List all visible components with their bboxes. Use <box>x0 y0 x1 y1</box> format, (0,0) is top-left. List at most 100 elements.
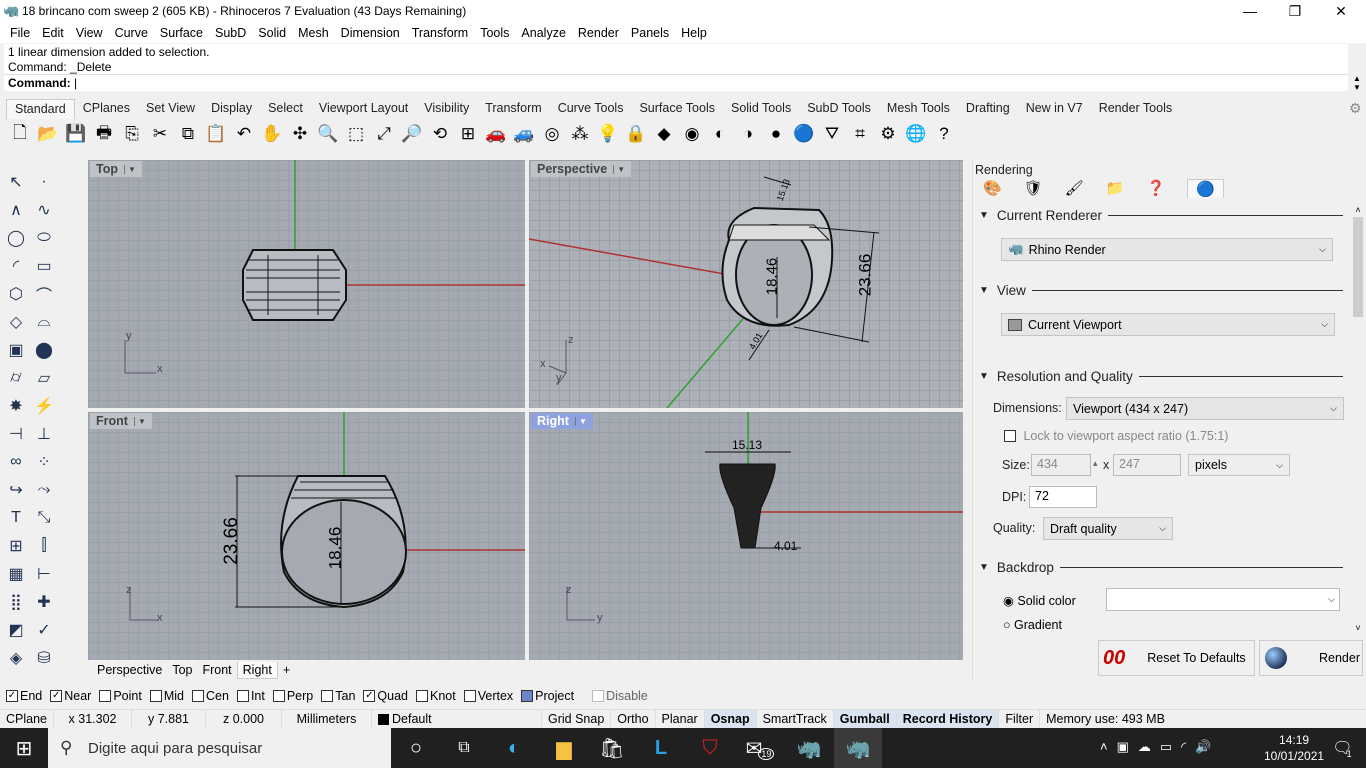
color-wheel-icon[interactable]: ◉ <box>678 120 706 148</box>
environment-tab-icon[interactable]: 🛡 <box>1024 179 1043 198</box>
tab-select[interactable]: Select <box>260 99 311 119</box>
array-icon[interactable]: ⊞ <box>2 532 30 560</box>
tab-surface-tools[interactable]: Surface Tools <box>631 99 723 119</box>
zoom-window-icon[interactable]: ⬚ <box>342 120 370 148</box>
paste-icon[interactable]: 📋 <box>202 120 230 148</box>
viewport-menu-arrow-icon[interactable]: ▼ <box>574 416 587 426</box>
gumball-icon[interactable]: ✚ <box>30 588 58 616</box>
textures-tab-icon[interactable]: 🖌 <box>1065 179 1084 198</box>
layer-indicator[interactable]: Default <box>372 709 542 729</box>
filter-toggle[interactable]: Filter <box>999 709 1041 729</box>
viewport-menu-arrow-icon[interactable]: ▼ <box>123 164 136 174</box>
width-spinner[interactable]: ▴ <box>1093 458 1098 469</box>
light-icon[interactable]: 💡 <box>594 120 622 148</box>
rectangle-icon[interactable]: ▭ <box>30 252 58 280</box>
width-input[interactable]: 434 <box>1031 454 1091 476</box>
explode-icon[interactable]: ⁘ <box>30 448 58 476</box>
lock-aspect-checkbox[interactable]: Lock to viewport aspect ratio (1.75:1) <box>1004 429 1228 443</box>
dimension-18-46[interactable]: 18.46 <box>325 527 345 570</box>
box-icon[interactable]: ▣ <box>2 336 30 364</box>
notifications-icon[interactable]: 🗨 1 <box>1318 728 1366 768</box>
checkbox[interactable] <box>521 690 534 702</box>
osnap-mid[interactable]: Mid <box>149 689 184 703</box>
dimension-18-46[interactable]: 18.46 <box>763 258 780 296</box>
dimensions-dropdown[interactable]: Viewport (434 x 247) ⌵ <box>1066 397 1344 420</box>
pan-icon[interactable]: ✋ <box>258 120 286 148</box>
cut-icon[interactable]: ✂ <box>146 120 174 148</box>
sphere-icon[interactable]: ⬤ <box>30 336 58 364</box>
height-input[interactable]: 247 <box>1113 454 1181 476</box>
renderer-dropdown[interactable]: 🦏 Rhino Render ⌵ <box>1001 238 1333 261</box>
join-icon[interactable]: ∞ <box>2 448 30 476</box>
scale-icon[interactable]: ⤡ <box>30 504 58 532</box>
checkbox[interactable] <box>321 690 334 702</box>
point-icon[interactable]: · <box>30 168 58 196</box>
dimension-icon[interactable]: ⊢ <box>30 560 58 588</box>
new-icon[interactable]: 🗋 <box>6 120 34 148</box>
edge-icon[interactable]: ◐ <box>490 728 538 768</box>
checkbox[interactable] <box>592 690 605 702</box>
menu-solid[interactable]: Solid <box>252 26 292 40</box>
tab-render-tools[interactable]: Render Tools <box>1091 99 1180 119</box>
viewport-menu-arrow-icon[interactable]: ▼ <box>133 416 146 426</box>
select-icon[interactable]: ↖ <box>2 168 30 196</box>
menu-edit[interactable]: Edit <box>36 26 70 40</box>
add-viewport-tab-button[interactable]: + <box>278 662 295 679</box>
menu-dimension[interactable]: Dimension <box>335 26 406 40</box>
render-preview-icon[interactable]: ◑ <box>734 120 762 148</box>
tab-cplanes[interactable]: CPlanes <box>75 99 138 119</box>
tab-subd-tools[interactable]: SubD Tools <box>799 99 879 119</box>
shaded-icon[interactable]: ◐ <box>706 120 734 148</box>
circle-icon[interactable]: ◯ <box>2 224 30 252</box>
osnap-toggle[interactable]: Osnap <box>704 709 757 729</box>
tab-set-view[interactable]: Set View <box>138 99 203 119</box>
rotate-icon[interactable]: ⟲ <box>426 120 454 148</box>
zoom-extents-icon[interactable]: ⤢ <box>370 120 398 148</box>
filter-icon[interactable]: ⛛ <box>818 120 846 148</box>
gradient-radio[interactable]: ○ Gradient <box>1003 618 1062 632</box>
four-viewports-icon[interactable]: ⊞ <box>454 120 482 148</box>
minimize-button[interactable]: — <box>1227 0 1273 22</box>
tab-drafting[interactable]: Drafting <box>958 99 1018 119</box>
solid-color-radio[interactable]: ◉ Solid color <box>1003 593 1076 608</box>
osnap-near[interactable]: ✓ Near <box>50 689 91 703</box>
menu-render[interactable]: Render <box>572 26 625 40</box>
checkbox[interactable] <box>416 690 428 702</box>
close-button[interactable]: ✕ <box>1318 0 1364 22</box>
help-icon[interactable]: ? <box>930 120 958 148</box>
offset-icon[interactable]: ⤳ <box>30 476 58 504</box>
menu-curve[interactable]: Curve <box>109 26 154 40</box>
panel-scrollbar[interactable]: ˄ ˅ <box>1351 205 1365 633</box>
osnap-disable[interactable]: Disable <box>592 689 648 703</box>
dimension-15-13[interactable]: 15.13 <box>732 438 762 452</box>
view-dropdown[interactable]: Current Viewport ⌵ <box>1001 313 1335 336</box>
checkbox[interactable] <box>149 690 162 702</box>
menu-view[interactable]: View <box>70 26 109 40</box>
viewport-tab-right[interactable]: Right <box>236 662 278 679</box>
split-icon[interactable]: ⊥ <box>30 420 58 448</box>
cortana-icon[interactable]: ○ <box>392 728 440 768</box>
help-tab-icon[interactable]: ❓ <box>1146 179 1165 198</box>
dpi-input[interactable]: 72 <box>1029 486 1097 508</box>
tab-standard[interactable]: Standard <box>6 99 75 119</box>
units-label[interactable]: Millimeters <box>282 709 372 729</box>
section-backdrop[interactable]: ▼ Backdrop <box>979 560 1343 575</box>
snap-icon[interactable]: ⌗ <box>846 120 874 148</box>
section-view[interactable]: ▼ View <box>979 283 1343 298</box>
earth-icon[interactable]: 🌐 <box>902 120 930 148</box>
osnap-project[interactable]: Project <box>521 689 574 703</box>
reset-to-defaults-button[interactable]: 00 Reset To Defaults <box>1098 640 1255 676</box>
menu-tools[interactable]: Tools <box>474 26 515 40</box>
viewport-title-front[interactable]: Front ▼ <box>90 413 152 429</box>
render-button[interactable]: Render <box>1259 640 1363 676</box>
record-history-toggle[interactable]: Record History <box>896 709 1000 729</box>
menu-analyze[interactable]: Analyze <box>515 26 571 40</box>
checkbox[interactable] <box>192 690 204 702</box>
zoom-icon[interactable]: 🔍 <box>314 120 342 148</box>
surface-icon[interactable]: ◇ <box>2 308 30 336</box>
rendering-tab-icon[interactable]: 🔵 <box>1187 179 1224 198</box>
rendered-icon[interactable]: ● <box>762 120 790 148</box>
materials-tab-icon[interactable]: 🎨 <box>983 179 1002 198</box>
ellipse-icon[interactable]: ⬭ <box>30 224 58 252</box>
section-current-renderer[interactable]: ▼ Current Renderer <box>979 208 1343 223</box>
